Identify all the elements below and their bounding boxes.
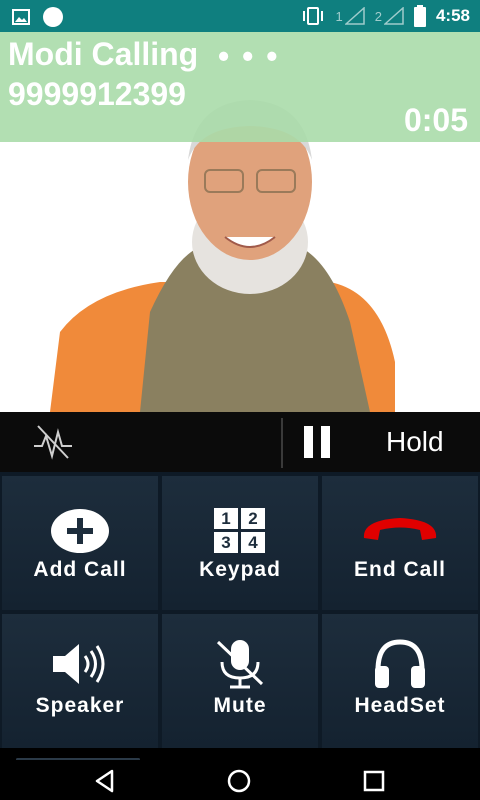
circle-icon [43, 7, 63, 27]
add-call-button[interactable]: Add Call [2, 476, 158, 610]
back-icon[interactable] [92, 768, 118, 794]
caller-number: 9999912399 [8, 76, 186, 112]
mute-label: Mute [213, 694, 267, 717]
home-icon[interactable] [226, 768, 252, 794]
sim2-label: 2 [374, 8, 382, 24]
signal-icon-2 [383, 7, 404, 25]
call-timer: 0:05 [403, 102, 468, 138]
headset-icon [375, 639, 425, 688]
speaker-icon [53, 644, 105, 684]
headset-button[interactable]: HeadSet [322, 614, 478, 748]
recents-icon[interactable] [361, 768, 387, 794]
call-control-bar: Hold [0, 412, 480, 472]
end-call-button[interactable]: End Call [322, 476, 478, 610]
sim1-label: 1 [335, 8, 343, 24]
keypad-label: Keypad [199, 558, 281, 581]
keypad-button[interactable]: 1 2 3 4 Keypad [162, 476, 318, 610]
add-call-label: Add Call [33, 558, 127, 581]
caller-area: Modi Calling • • • 9999912399 0:05 [0, 32, 480, 412]
calling-dots: • • • [218, 38, 280, 74]
mute-icon [216, 640, 264, 689]
pause-icon[interactable] [304, 426, 330, 458]
key-2: 2 [241, 508, 265, 529]
image-icon [12, 9, 30, 25]
add-icon [51, 509, 109, 553]
keypad-icon: 1 2 3 4 [214, 508, 266, 554]
caller-name: Modi Calling [8, 36, 199, 72]
navigation-bar [0, 760, 480, 800]
status-bar: 1 2 4:58 [0, 0, 480, 32]
key-3: 3 [214, 532, 238, 553]
speaker-button[interactable]: Speaker [2, 614, 158, 748]
divider [281, 418, 283, 468]
end-call-icon [363, 518, 437, 540]
hold-button[interactable]: Hold [386, 426, 444, 458]
action-grid: Add Call 1 2 3 4 Keypad End Call Speaker [0, 472, 480, 748]
speaker-label: Speaker [35, 694, 125, 717]
status-right: 1 2 4:58 [300, 0, 470, 32]
status-time: 4:58 [435, 6, 470, 25]
mute-button[interactable]: Mute [162, 614, 318, 748]
key-4: 4 [241, 532, 265, 553]
caller-info-banner: Modi Calling • • • 9999912399 0:05 [0, 32, 480, 142]
no-signal-icon[interactable] [32, 424, 74, 460]
battery-icon [413, 5, 426, 27]
headset-label: HeadSet [354, 694, 446, 717]
signal-icon [344, 7, 365, 25]
key-1: 1 [214, 508, 238, 529]
status-left [12, 6, 64, 28]
vibrate-icon [302, 7, 323, 25]
end-call-label: End Call [353, 558, 446, 581]
